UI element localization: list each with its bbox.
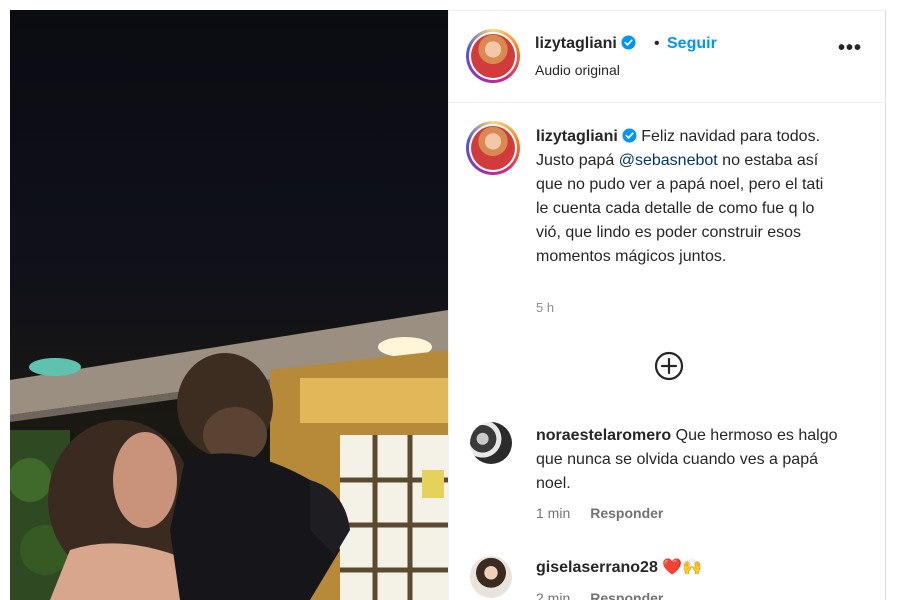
caption-mention-link[interactable]: @sebasnebot (619, 152, 718, 169)
comment-meta: 2 min Responder (536, 590, 663, 600)
post-sidebar: lizytagliani • Seguir Audio original •••… (448, 10, 886, 600)
comment-username[interactable]: noraestelaromero (536, 427, 671, 444)
author-avatar[interactable] (466, 29, 520, 83)
author-username-row[interactable]: lizytagliani (535, 35, 636, 53)
author-username[interactable]: lizytagliani (535, 35, 617, 52)
commenter-avatar[interactable] (470, 556, 512, 598)
post-header: lizytagliani • Seguir Audio original ••• (449, 11, 886, 103)
video-frame-illustration (10, 310, 448, 600)
plus-circle-icon[interactable] (653, 350, 685, 382)
comment-item: giselaserrano28 ❤️🙌 (536, 556, 856, 580)
instagram-post-view: lizytagliani • Seguir Audio original •••… (0, 0, 900, 600)
reply-button[interactable]: Responder (590, 590, 663, 600)
reply-button[interactable]: Responder (590, 505, 663, 521)
caption-author-avatar[interactable] (466, 121, 520, 175)
comment-item: noraestelaromero Que hermoso es halgo qu… (536, 424, 856, 496)
caption-username[interactable]: lizytagliani (536, 128, 618, 145)
verified-badge-icon (621, 35, 636, 50)
caption-timestamp[interactable]: 5 h (536, 300, 554, 315)
more-options-icon[interactable]: ••• (835, 38, 865, 63)
commenter-avatar[interactable] (470, 422, 512, 464)
comment-meta: 1 min Responder (536, 505, 663, 521)
audio-link[interactable]: Audio original (535, 62, 620, 78)
comment-text: ❤️🙌 (657, 559, 703, 576)
post-caption: lizytagliani Feliz navidad para todos. J… (536, 125, 836, 269)
verified-badge-icon (622, 128, 637, 143)
separator-dot: • (654, 35, 660, 52)
comment-timestamp[interactable]: 1 min (536, 505, 570, 521)
follow-button[interactable]: Seguir (667, 35, 717, 53)
comment-timestamp[interactable]: 2 min (536, 590, 570, 600)
reel-video[interactable] (10, 10, 448, 600)
comment-username[interactable]: giselaserrano28 (536, 559, 658, 576)
